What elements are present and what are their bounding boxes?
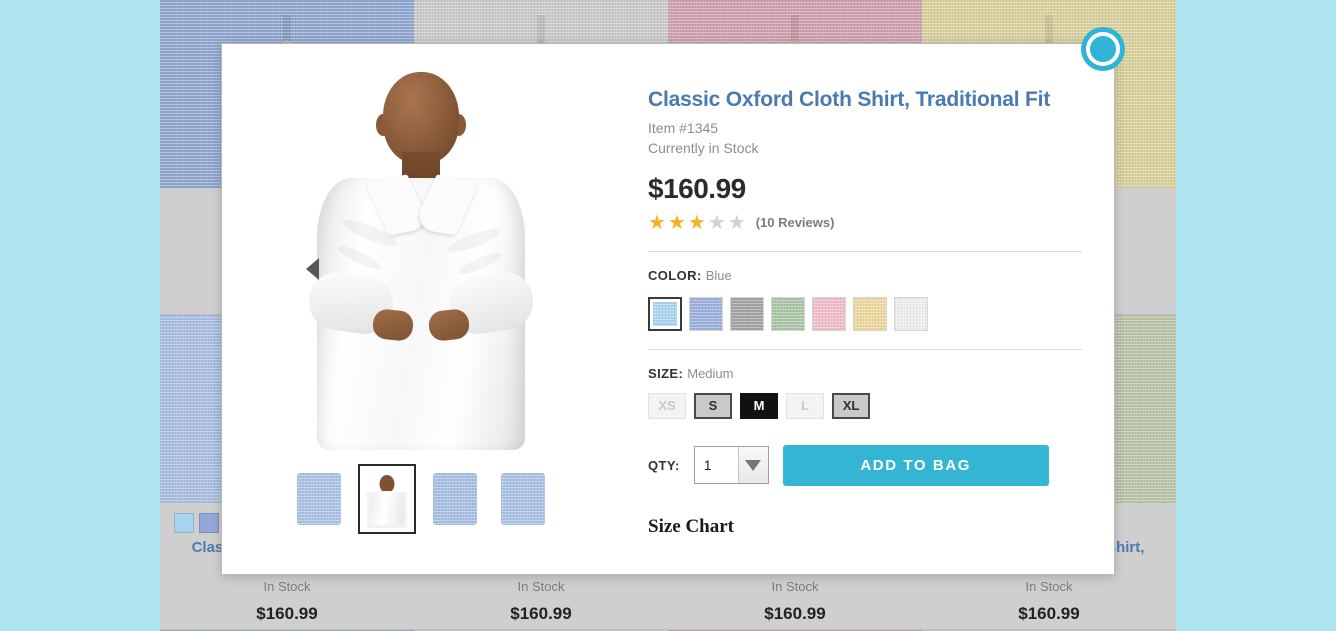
reviews-count[interactable]: (10 Reviews) [756,215,835,230]
star-icon[interactable]: ★ [708,213,726,233]
stock-status: Currently in Stock [648,140,759,157]
prev-image-arrow[interactable] [306,258,319,280]
thumbnail-image [433,473,477,525]
swatch-fill [731,297,763,330]
card-color-swatch[interactable] [199,513,219,533]
purchase-row: QTY: 1 ADD TO BAG [648,419,1082,486]
card-color-swatch[interactable] [174,513,194,533]
star-icon[interactable]: ★ [668,213,686,233]
star-icon[interactable]: ★ [648,213,666,233]
star-rating[interactable]: ★ ★ ★ ★ ★ [648,213,746,233]
color-swatch-yellow[interactable] [853,296,887,331]
product-gallery [222,44,620,574]
card-price: $160.99 [510,603,572,623]
close-modal-button[interactable] [1081,27,1125,71]
swatch-fill [854,297,886,330]
card-stock-status: In Stock [263,578,311,594]
size-option-l: L [786,392,824,419]
size-option-xs: XS [648,392,686,419]
color-swatch-blue[interactable] [648,296,682,331]
size-option-m[interactable]: M [740,392,778,419]
card-price: $160.99 [764,603,826,623]
color-swatch-grey[interactable] [730,296,764,331]
thumbnail-image [501,473,545,525]
thumbnail-cuff-detail[interactable] [494,464,552,534]
star-icon[interactable]: ★ [728,213,746,233]
card-price: $160.99 [1018,603,1080,623]
thumbnail-strip [222,452,620,534]
size-selected-value: Medium [687,365,734,381]
card-stock-status: In Stock [771,578,819,594]
size-option-list: XS S M L XL [648,381,1082,419]
product-quickview-modal: Classic Oxford Cloth Shirt, Traditional … [221,43,1115,575]
color-swatch-periwinkle[interactable] [689,296,723,331]
size-option-s[interactable]: S [694,392,732,419]
swatch-fill [653,301,677,326]
size-option-xl[interactable]: XL [832,392,870,419]
card-price: $160.99 [256,603,318,623]
color-option-label: COLOR: Blue [648,252,1082,283]
thumbnail-collar-detail[interactable] [426,464,484,534]
page-background: Classic Oxford Cloth Shirt, Traditional … [0,0,1336,631]
swatch-fill [690,297,722,330]
quantity-select[interactable]: 1 [693,446,769,485]
add-to-bag-button[interactable]: ADD TO BAG [782,444,1049,486]
star-icon[interactable]: ★ [688,213,706,233]
hero-image-area [258,62,584,452]
quantity-value: 1 [694,447,738,484]
thumbnail-image [297,473,341,525]
color-swatch-pink[interactable] [812,296,846,331]
product-info-panel: Classic Oxford Cloth Shirt, Traditional … [620,44,1114,574]
size-label-text: SIZE: [648,365,684,381]
rating-row: ★ ★ ★ ★ ★ (10 Reviews) [648,205,1082,233]
item-number: Item #1345 [648,120,719,137]
swatch-fill [813,297,845,330]
color-swatch-list [648,283,1082,331]
thumbnail-folded-shirt-front[interactable] [290,464,348,534]
thumbnail-image [367,470,407,528]
color-selected-value: Blue [705,267,732,283]
chevron-down-icon[interactable] [737,447,768,484]
product-title: Classic Oxford Cloth Shirt, Traditional … [648,88,1051,111]
color-label-text: COLOR: [648,267,702,283]
swatch-fill [895,297,927,330]
thumbnail-model-wearing-shirt[interactable] [358,464,416,534]
color-swatch-white[interactable] [894,296,928,331]
card-stock-status: In Stock [517,578,565,594]
color-swatch-sage[interactable] [771,296,805,331]
close-icon [1086,32,1120,66]
swatch-fill [772,297,804,330]
qty-label: QTY: [648,457,680,473]
product-price: $160.99 [648,172,746,204]
size-chart-link[interactable]: Size Chart [648,486,734,538]
size-option-label: SIZE: Medium [648,350,1082,381]
card-stock-status: In Stock [1025,578,1073,594]
